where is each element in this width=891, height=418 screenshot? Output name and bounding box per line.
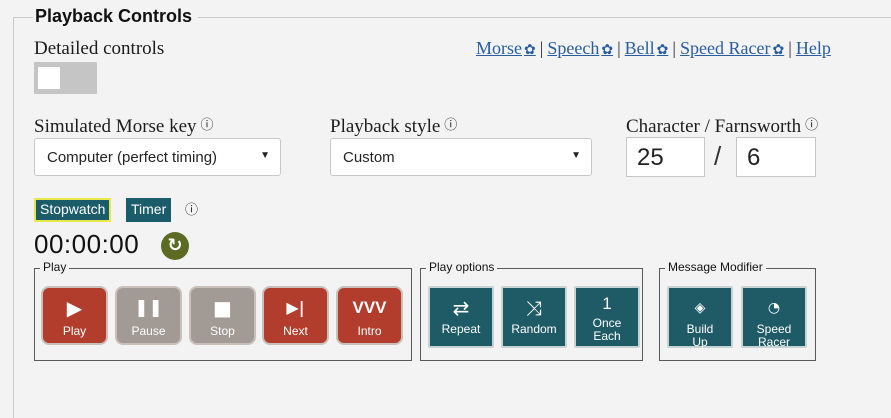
morse-settings-link[interactable]: Morse ✿: [476, 38, 536, 58]
farnsworth-speed-input[interactable]: 6: [736, 137, 816, 177]
build-up-button-label: Build Up: [686, 322, 714, 349]
intro-button[interactable]: VVV Intro: [336, 286, 403, 345]
stop-button[interactable]: ■ Stop: [189, 286, 256, 345]
gear-icon: ✿: [656, 42, 669, 58]
refresh-icon: ↻: [167, 235, 183, 256]
info-icon[interactable]: ⓘ: [185, 199, 198, 218]
section-title: Playback Controls: [33, 6, 199, 27]
morse-key-value: Computer (perfect timing): [47, 149, 218, 166]
help-link[interactable]: Help: [796, 38, 831, 58]
separator: |: [617, 38, 621, 58]
play-icon: ▶: [66, 296, 83, 320]
separator: |: [672, 38, 677, 58]
stop-icon: ■: [213, 296, 232, 320]
shuffle-icon: ⤨: [526, 296, 542, 320]
timer-display: 00:00:00: [34, 229, 140, 259]
once-each-button-label: Once Each: [592, 316, 622, 343]
reset-timer-button[interactable]: ↻: [161, 232, 189, 260]
speed-racer-settings-link[interactable]: Speed Racer ✿: [680, 38, 784, 58]
playback-style-select[interactable]: Custom ▼: [330, 138, 592, 176]
intro-button-label: Intro: [357, 324, 382, 338]
separator: |: [788, 38, 792, 58]
gear-icon: ✿: [601, 42, 614, 58]
pause-icon: ❚❚: [134, 298, 163, 318]
chevron-down-icon: ▼: [571, 150, 581, 161]
random-button[interactable]: ⤨ Random: [501, 286, 567, 348]
morse-link-label: Morse: [476, 38, 522, 58]
info-icon[interactable]: ⓘ: [201, 118, 214, 133]
morse-key-label-text: Simulated Morse key: [34, 116, 197, 137]
bell-link-label: Bell: [624, 38, 655, 58]
info-icon[interactable]: ⓘ: [805, 118, 818, 133]
detailed-controls-label: Detailed controls: [34, 38, 165, 59]
gear-icon: ✿: [772, 42, 785, 58]
playback-style-value: Custom: [343, 149, 395, 166]
speech-settings-link[interactable]: Speech ✿: [547, 38, 613, 58]
once-each-button[interactable]: 1 Once Each: [574, 286, 640, 348]
speed-racer-button-label: Speed Racer: [756, 322, 792, 349]
info-icon[interactable]: ⓘ: [444, 118, 457, 133]
morse-key-label: Simulated Morse key ⓘ: [34, 114, 214, 138]
detailed-controls-toggle[interactable]: [34, 62, 97, 94]
playback-style-label-text: Playback style: [330, 116, 441, 137]
bell-settings-link[interactable]: Bell ✿: [625, 38, 669, 58]
repeat-button-label: Repeat: [441, 322, 481, 336]
character-speed-input[interactable]: 25: [626, 137, 705, 177]
next-button[interactable]: ▶| Next: [262, 286, 329, 345]
chevron-down-icon: ▼: [260, 150, 270, 161]
play-options-title: Play options: [426, 260, 498, 274]
speed-label-text: Character / Farnsworth: [626, 116, 802, 137]
layers-icon: ◈: [694, 300, 706, 316]
morse-key-select[interactable]: Computer (perfect timing) ▼: [34, 138, 281, 176]
stopwatch-tab[interactable]: Stopwatch: [34, 198, 112, 222]
speech-link-label: Speech: [547, 38, 600, 58]
playback-style-label: Playback style ⓘ: [330, 114, 457, 138]
pause-button[interactable]: ❚❚ Pause: [115, 286, 182, 345]
repeat-button[interactable]: ⇄ Repeat: [428, 286, 494, 348]
message-modifier-title: Message Modifier: [665, 260, 766, 274]
play-group-title: Play: [40, 260, 70, 274]
pause-button-label: Pause: [131, 324, 166, 338]
timer-tab[interactable]: Timer: [126, 198, 172, 222]
random-button-label: Random: [511, 322, 557, 336]
speed-separator: /: [714, 141, 722, 171]
speed-racer-button[interactable]: ◔ Speed Racer: [741, 286, 807, 349]
once-icon: 1: [602, 294, 612, 313]
speedometer-icon: ◔: [767, 300, 781, 316]
stop-button-label: Stop: [210, 324, 235, 338]
repeat-icon: ⇄: [452, 296, 470, 320]
build-up-button[interactable]: ◈ Build Up: [667, 286, 733, 349]
vvv-icon: VVV: [352, 298, 387, 317]
next-button-label: Next: [283, 324, 308, 338]
next-icon: ▶|: [286, 298, 305, 317]
toggle-knob: [38, 67, 60, 89]
gear-icon: ✿: [524, 42, 536, 58]
play-button-label: Play: [62, 324, 87, 338]
speed-racer-link-label: Speed Racer: [680, 38, 771, 58]
speed-label: Character / Farnsworth ⓘ: [626, 114, 818, 138]
play-button[interactable]: ▶ Play: [41, 286, 108, 345]
help-links: Morse ✿ | Speech ✿ | Bell ✿ | Speed Racer ✿ | Help: [476, 38, 831, 59]
separator: |: [539, 38, 544, 58]
